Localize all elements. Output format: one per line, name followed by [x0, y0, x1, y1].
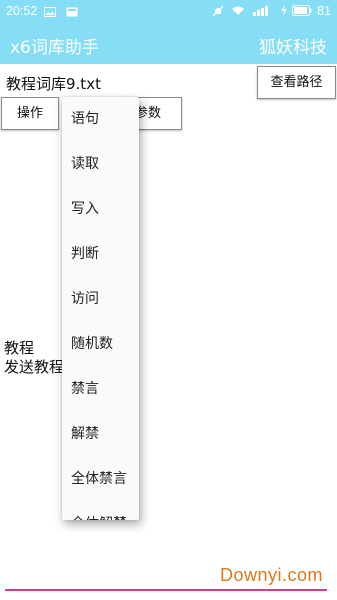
menu-item-mute-all[interactable]: 全体禁言: [62, 457, 139, 502]
status-bar: 20:52 81: [0, 0, 337, 24]
menu-item-unmute-all[interactable]: 全体解禁: [62, 502, 139, 520]
app-bar: x6词库助手 狐妖科技: [0, 24, 337, 64]
content-line: 教程: [4, 339, 35, 357]
content-text: 教程 发送教程: [4, 339, 64, 377]
menu-item-read[interactable]: 读取: [62, 142, 139, 187]
file-name: 教程词库9.txt: [6, 75, 101, 93]
dropdown-menu: 语句 读取 写入 判断 访问 随机数 禁言 解禁 全体禁言 全体解禁: [62, 97, 139, 520]
content-line: 发送教程: [4, 358, 65, 376]
mute-icon: [212, 5, 224, 17]
mail-icon: [66, 6, 78, 17]
company-name: 狐妖科技: [259, 38, 327, 58]
menu-item-access[interactable]: 访问: [62, 277, 139, 322]
status-time: 20:52: [6, 4, 38, 18]
image-icon: [44, 6, 56, 17]
battery-level: 81: [317, 4, 331, 18]
charging-icon: [280, 5, 288, 16]
app-title: x6词库助手: [10, 38, 99, 58]
menu-item-condition[interactable]: 判断: [62, 232, 139, 277]
menu-item-random[interactable]: 随机数: [62, 322, 139, 367]
wifi-icon: [231, 5, 245, 15]
battery-icon: [292, 5, 312, 16]
menu-item-unmute[interactable]: 解禁: [62, 412, 139, 457]
screen: 20:52 81 x6词库助手 狐妖科技 教程词库9.txt 查看路径 操作 参…: [0, 0, 337, 600]
menu-item-statement[interactable]: 语句: [62, 97, 139, 142]
menu-item-write[interactable]: 写入: [62, 187, 139, 232]
view-path-button[interactable]: 查看路径: [257, 66, 336, 99]
menu-item-mute[interactable]: 禁言: [62, 367, 139, 412]
bottom-divider: [5, 589, 327, 591]
operation-button[interactable]: 操作: [1, 97, 59, 130]
watermark: Downyi.com: [219, 565, 323, 585]
signal-icon: [253, 5, 273, 16]
